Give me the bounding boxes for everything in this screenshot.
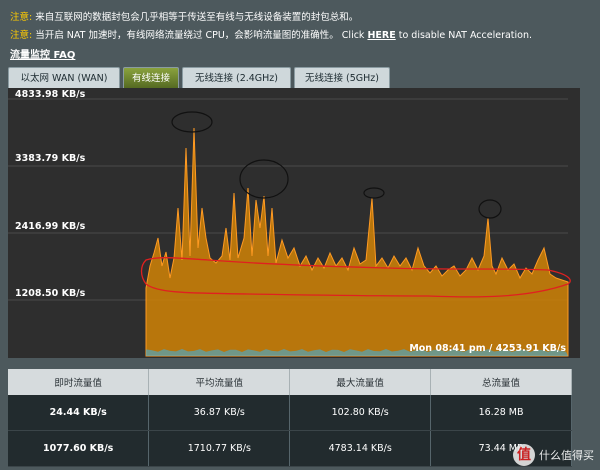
tab-ethernet-wan[interactable]: 以太网 WAN (WAN) [8,67,120,88]
tab-wireless-5ghz[interactable]: 无线连接 (5GHz) [294,67,390,88]
notice-tail: to disable NAT Acceleration. [395,30,533,41]
traffic-stats-table: 即时流量值 平均流量值 最大流量值 总流量值 24.44 KB/s 36.87 … [8,369,572,467]
notice-text: 来自互联网的数据封包会几乎相等于传送至有线与无线设备装置的封包总和。 [35,12,359,23]
notice-text: 当开启 NAT 加速时，有线网络流量绕过 CPU，会影响流量图的准确性。 Cli… [35,30,368,41]
traffic-graph: 4833.98 KB/s 3383.79 KB/s 2416.99 KB/s 1… [8,88,580,358]
disable-nat-link[interactable]: HERE [367,30,395,41]
notice-line-2: 注意: 当开启 NAT 加速时，有线网络流量绕过 CPU，会影响流量图的准确性。… [10,29,532,43]
stats-rx-row: 24.44 KB/s 36.87 KB/s 102.80 KB/s 16.28 … [8,395,572,431]
header-total: 总流量值 [430,369,572,395]
tx-current: 1077.60 KB/s [8,430,150,467]
watermark: 值 什么值得买 [513,444,594,466]
notice-label: 注意: [10,30,33,41]
rx-total: 16.28 MB [430,395,572,431]
y-axis-label-3: 2416.99 KB/s [15,221,86,232]
watermark-text: 什么值得买 [539,449,594,462]
y-axis-label-2: 3383.79 KB/s [15,153,86,164]
traffic-graph-canvas [8,88,580,358]
notice-line-1: 注意: 来自互联网的数据封包会几乎相等于传送至有线与无线设备装置的封包总和。 [10,11,358,25]
tab-wired[interactable]: 有线连接 [123,67,179,88]
watermark-logo-icon: 值 [513,444,535,466]
header-average: 平均流量值 [148,369,291,395]
tx-max: 4783.14 KB/s [289,430,432,467]
y-axis-label-4: 1208.50 KB/s [15,288,86,299]
rx-average: 36.87 KB/s [148,395,291,431]
header-max: 最大流量值 [289,369,432,395]
tx-average: 1710.77 KB/s [148,430,291,467]
traffic-monitor-faq-link[interactable]: 流量监控 FAQ [10,46,75,61]
stats-tx-row: 1077.60 KB/s 1710.77 KB/s 4783.14 KB/s 7… [8,430,572,467]
connection-tabs: 以太网 WAN (WAN) 有线连接 无线连接 (2.4GHz) 无线连接 (5… [8,67,390,89]
tab-wireless-2-4ghz[interactable]: 无线连接 (2.4GHz) [182,67,291,88]
rx-current: 24.44 KB/s [8,395,150,431]
current-readout: Mon 08:41 pm / 4253.91 KB/s [409,343,566,354]
header-current: 即时流量值 [8,369,150,395]
rx-max: 102.80 KB/s [289,395,432,431]
y-axis-label-max: 4833.98 KB/s [15,89,86,100]
notice-label: 注意: [10,12,33,23]
stats-header-row: 即时流量值 平均流量值 最大流量值 总流量值 [8,369,572,395]
